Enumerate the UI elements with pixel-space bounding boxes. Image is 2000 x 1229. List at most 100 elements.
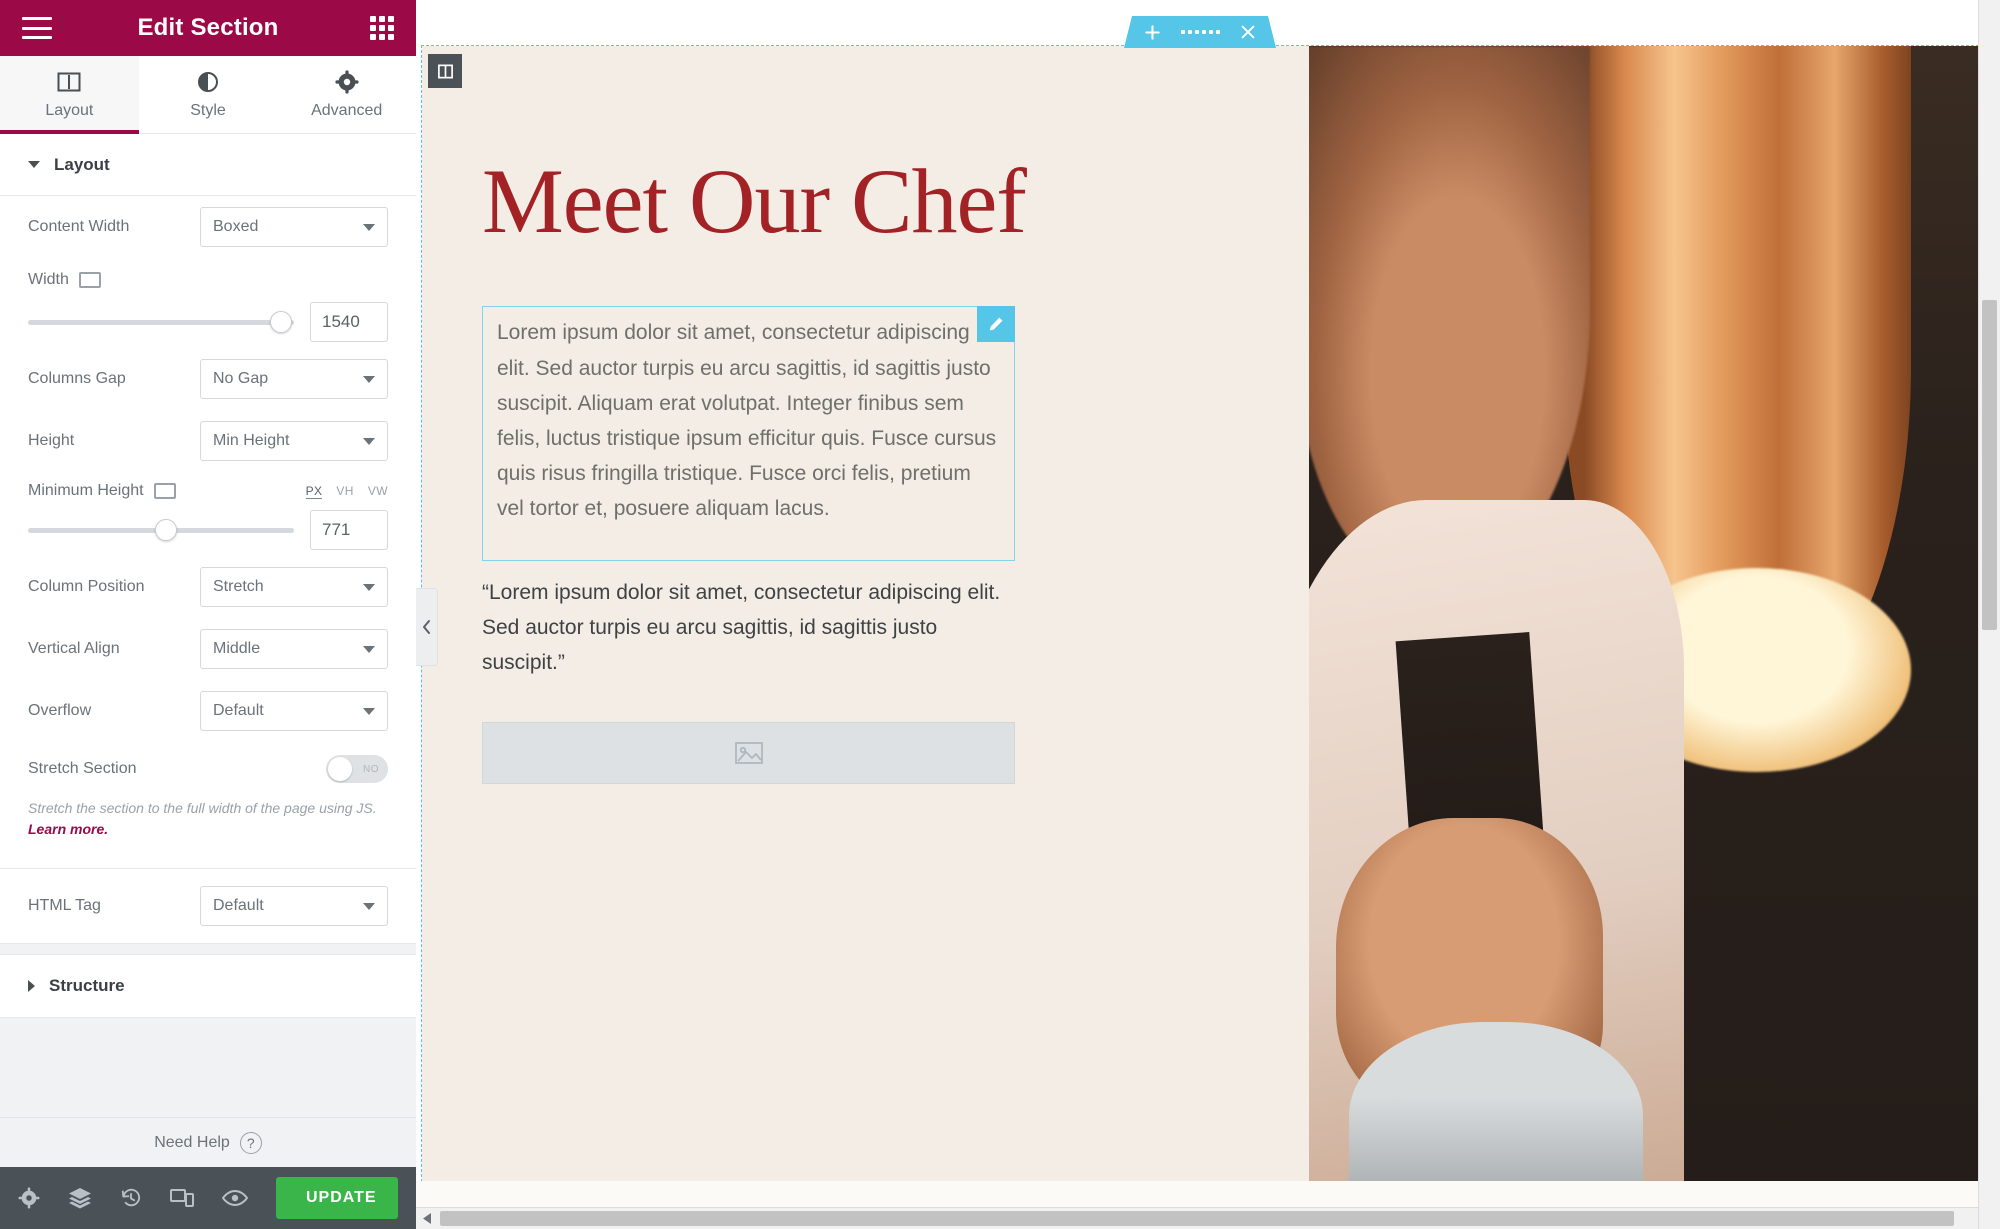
editor-panel: Edit Section Layout Style Advanced Layou…: [0, 0, 416, 1229]
tab-advanced-label: Advanced: [311, 102, 383, 119]
panel-body: Layout Content Width Boxed Width 1540 Co…: [0, 134, 416, 1117]
quote-text[interactable]: “Lorem ipsum dolor sit amet, consectetur…: [482, 575, 1015, 680]
horizontal-scroll-thumb[interactable]: [440, 1211, 1954, 1226]
height-value: Min Height: [213, 432, 290, 449]
control-columns-gap: Columns Gap No Gap: [0, 348, 416, 410]
overflow-label: Overflow: [28, 702, 92, 719]
chevron-down-icon: [363, 707, 375, 715]
chevron-down-icon: [363, 583, 375, 591]
vertical-align-value: Middle: [213, 640, 261, 657]
heading-meet-our-chef[interactable]: Meet Our Chef: [482, 155, 1309, 248]
vertical-align-select[interactable]: Middle: [200, 629, 388, 669]
tab-style-label: Style: [190, 102, 226, 119]
toggle-knob: [328, 757, 352, 781]
columns-handle-icon[interactable]: [428, 54, 462, 88]
minimum-height-label: Minimum Height: [28, 482, 176, 500]
content-width-label: Content Width: [28, 218, 130, 235]
update-button[interactable]: UPDATE: [276, 1177, 398, 1219]
width-input[interactable]: 1540: [310, 302, 388, 342]
section-header-structure[interactable]: Structure: [0, 955, 416, 1017]
control-column-position: Column Position Stretch: [0, 556, 416, 618]
section-toolbar: [1124, 16, 1276, 48]
html-tag-select[interactable]: Default: [200, 886, 388, 926]
columns-gap-select[interactable]: No Gap: [200, 359, 388, 399]
desktop-icon[interactable]: [153, 483, 176, 499]
paragraph-text: Lorem ipsum dolor sit amet, consectetur …: [497, 321, 997, 520]
control-height: Height Min Height: [0, 410, 416, 472]
vertical-scroll-thumb[interactable]: [1982, 300, 1997, 630]
tab-style[interactable]: Style: [139, 56, 278, 133]
tab-layout[interactable]: Layout: [0, 56, 139, 134]
canvas-vertical-scrollbar[interactable]: [1978, 0, 2000, 1229]
panel-footer: UPDATE: [0, 1167, 416, 1229]
chef-photo[interactable]: [1308, 46, 1978, 1181]
section-container[interactable]: Meet Our Chef Lorem ipsum dolor sit amet…: [421, 46, 1979, 1182]
minimum-height-label-text: Minimum Height: [28, 482, 144, 499]
plus-icon[interactable]: [1144, 24, 1161, 41]
close-x-icon[interactable]: [1240, 24, 1256, 40]
chevron-down-icon: [363, 437, 375, 445]
update-button-group: UPDATE: [276, 1177, 398, 1219]
settings-gear-icon[interactable]: [18, 1187, 40, 1209]
width-slider[interactable]: [28, 311, 294, 333]
canvas-horizontal-scrollbar[interactable]: [416, 1207, 1978, 1229]
drag-dots-icon[interactable]: [1181, 30, 1220, 34]
panel-filler: [0, 1017, 416, 1117]
section-header-structure-label: Structure: [49, 976, 125, 995]
width-label-text: Width: [28, 271, 69, 288]
panel-tabs: Layout Style Advanced: [0, 56, 416, 134]
stretch-section-description-text: Stretch the section to the full width of…: [28, 800, 377, 816]
tab-layout-label: Layout: [45, 102, 94, 119]
section-header-layout[interactable]: Layout: [0, 134, 416, 196]
need-help-button[interactable]: Need Help ?: [0, 1117, 416, 1167]
content-width-select[interactable]: Boxed: [200, 207, 388, 247]
unit-selector: PX VH VW: [305, 478, 388, 504]
panel-collapse-button[interactable]: [416, 588, 438, 666]
chevron-down-icon: [363, 645, 375, 653]
question-circle-icon: ?: [239, 1131, 262, 1154]
minimum-height-input[interactable]: 771: [310, 510, 388, 550]
stretch-section-toggle[interactable]: NO: [326, 755, 388, 783]
html-tag-value: Default: [213, 897, 264, 914]
desktop-icon[interactable]: [78, 272, 101, 288]
unit-vh[interactable]: VH: [336, 484, 353, 498]
responsive-mode-icon[interactable]: [170, 1188, 194, 1208]
width-slider-handle[interactable]: [269, 311, 292, 333]
contrast-circle-icon: [195, 69, 221, 95]
preview-eye-icon[interactable]: [222, 1189, 248, 1207]
panel-gap-strip: [0, 943, 416, 955]
column-right: [1308, 46, 1978, 1181]
learn-more-link[interactable]: Learn more.: [28, 821, 108, 837]
column-position-select[interactable]: Stretch: [200, 567, 388, 607]
hamburger-icon[interactable]: [22, 17, 52, 39]
grid-apps-icon[interactable]: [370, 16, 394, 40]
tab-advanced[interactable]: Advanced: [277, 56, 416, 133]
need-help-label: Need Help: [154, 1133, 230, 1151]
scroll-left-arrow-icon[interactable]: [416, 1208, 438, 1229]
width-value: 1540: [322, 312, 360, 331]
control-width: Width: [0, 258, 416, 302]
chevron-down-icon: [363, 375, 375, 383]
html-tag-label: HTML Tag: [28, 897, 101, 914]
editor-canvas: Meet Our Chef Lorem ipsum dolor sit amet…: [416, 0, 2000, 1229]
image-widget-placeholder[interactable]: [482, 722, 1015, 785]
unit-vw[interactable]: VW: [368, 484, 388, 498]
overflow-select[interactable]: Default: [200, 691, 388, 731]
minimum-height-slider-handle[interactable]: [155, 519, 178, 541]
minimum-height-slider-row: 771: [0, 510, 416, 556]
width-slider-row: 1540: [0, 302, 416, 348]
unit-px[interactable]: PX: [305, 484, 323, 499]
pencil-edit-icon[interactable]: [977, 306, 1015, 343]
minimum-height-slider[interactable]: [28, 519, 294, 541]
column-position-value: Stretch: [213, 578, 264, 595]
control-stretch-section: Stretch Section NO: [0, 742, 416, 796]
chevron-right-icon: [28, 980, 35, 992]
selected-text-widget[interactable]: Lorem ipsum dolor sit amet, consectetur …: [482, 306, 1015, 561]
control-vertical-align: Vertical Align Middle: [0, 618, 416, 680]
stretch-section-toggle-state: NO: [363, 763, 379, 775]
section-header-layout-label: Layout: [54, 154, 110, 174]
navigator-layers-icon[interactable]: [68, 1187, 92, 1209]
chevron-down-icon: [28, 161, 40, 168]
history-revisions-icon[interactable]: [120, 1187, 142, 1209]
height-select[interactable]: Min Height: [200, 421, 388, 461]
